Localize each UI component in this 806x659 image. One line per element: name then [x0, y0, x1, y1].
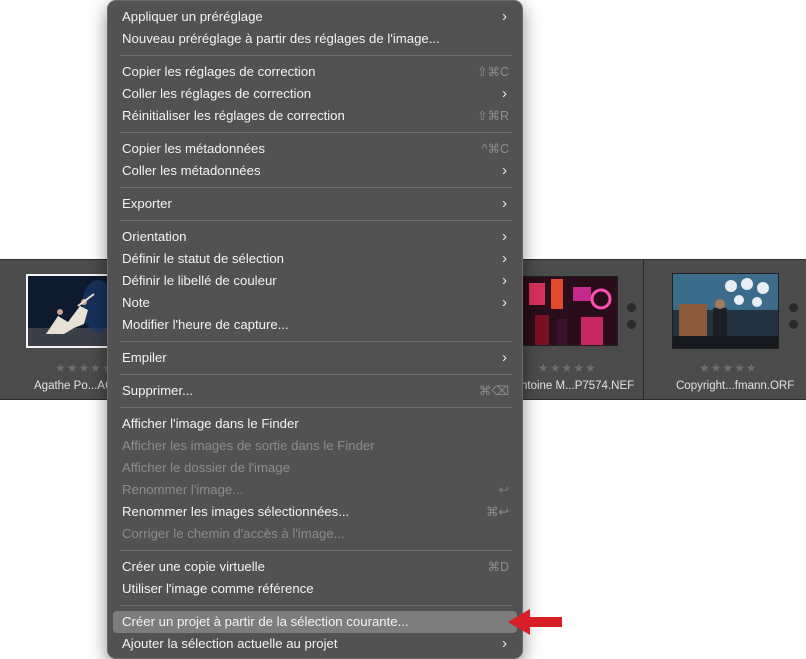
badge-dot	[627, 303, 636, 312]
filmstrip-cell[interactable]: ★★★★★ Copyright...fmann.ORF	[644, 260, 806, 399]
keyboard-shortcut: ⇧⌘C	[476, 65, 509, 79]
menu-item-label: Afficher les images de sortie dans le Fi…	[122, 438, 375, 453]
menu-item-fix-path: Corriger le chemin d'accès à l'image...	[113, 523, 517, 545]
chevron-right-icon: ›	[502, 162, 507, 179]
menu-item-label: Modifier l'heure de capture...	[122, 317, 289, 332]
menu-item-label: Définir le statut de sélection	[122, 251, 284, 266]
menu-item-label: Afficher l'image dans le Finder	[122, 416, 299, 431]
menu-separator	[120, 550, 512, 551]
menu-item-set-color-label[interactable]: Définir le libellé de couleur ›	[113, 270, 517, 292]
menu-item-label: Exporter	[122, 196, 172, 211]
keyboard-shortcut: ⇧⌘R	[476, 109, 509, 123]
red-arrow-icon	[508, 609, 562, 635]
menu-separator	[120, 55, 512, 56]
menu-item-label: Orientation	[122, 229, 187, 244]
chevron-right-icon: ›	[502, 294, 507, 311]
menu-item-label: Réinitialiser les réglages de correction	[122, 108, 345, 123]
keyboard-shortcut: ↩	[498, 483, 509, 497]
badge-dot	[789, 320, 798, 329]
badge-dot	[789, 303, 798, 312]
menu-item-label: Copier les métadonnées	[122, 141, 265, 156]
menu-separator	[120, 605, 512, 606]
menu-item-stack[interactable]: Empiler ›	[113, 347, 517, 369]
menu-item-label: Renommer les images sélectionnées...	[122, 504, 350, 519]
menu-item-paste-adjustments[interactable]: Coller les réglages de correction ›	[113, 83, 517, 105]
menu-item-show-in-finder[interactable]: Afficher l'image dans le Finder	[113, 413, 517, 435]
chevron-right-icon: ›	[502, 272, 507, 289]
chevron-right-icon: ›	[502, 195, 507, 212]
menu-item-edit-capture-time[interactable]: Modifier l'heure de capture...	[113, 314, 517, 336]
menu-separator	[120, 220, 512, 221]
menu-item-rename-image: Renommer l'image... ↩	[113, 479, 517, 501]
photo-filename: Copyright...fmann.ORF	[676, 380, 795, 392]
menu-item-add-to-project[interactable]: Ajouter la sélection actuelle au projet …	[113, 633, 517, 655]
menu-item-note[interactable]: Note ›	[113, 292, 517, 314]
menu-item-label: Créer une copie virtuelle	[122, 559, 265, 574]
menu-item-label: Appliquer un préréglage	[122, 9, 263, 24]
rating-stars[interactable]: ★★★★★	[55, 361, 114, 375]
context-menu: Appliquer un préréglage › Nouveau prérég…	[107, 0, 523, 659]
menu-item-create-project[interactable]: Créer un projet à partir de la sélection…	[113, 611, 517, 633]
keyboard-shortcut: ⌘⌫	[478, 384, 509, 398]
menu-item-label: Utiliser l'image comme référence	[122, 581, 314, 596]
menu-item-reset-adjustments[interactable]: Réinitialiser les réglages de correction…	[113, 105, 517, 127]
menu-item-set-selection-status[interactable]: Définir le statut de sélection ›	[113, 248, 517, 270]
menu-item-label: Corriger le chemin d'accès à l'image...	[122, 526, 345, 541]
menu-item-label: Coller les réglages de correction	[122, 86, 312, 101]
chevron-right-icon: ›	[502, 349, 507, 366]
chevron-right-icon: ›	[502, 85, 507, 102]
menu-separator	[120, 374, 512, 375]
menu-item-delete[interactable]: Supprimer... ⌘⌫	[113, 380, 517, 402]
menu-item-orientation[interactable]: Orientation ›	[113, 226, 517, 248]
rating-stars[interactable]: ★★★★★	[538, 361, 597, 375]
chevron-right-icon: ›	[502, 8, 507, 25]
photo-thumbnail[interactable]	[520, 276, 618, 346]
menu-item-rename-selected[interactable]: Renommer les images sélectionnées... ⌘↩	[113, 501, 517, 523]
menu-item-label: Afficher le dossier de l'image	[122, 460, 290, 475]
menu-item-label: Ajouter la sélection actuelle au projet	[122, 636, 338, 651]
menu-item-label: Renommer l'image...	[122, 482, 244, 497]
menu-item-new-preset[interactable]: Nouveau préréglage à partir des réglages…	[113, 28, 517, 50]
photo-thumbnail[interactable]	[26, 274, 112, 348]
menu-item-show-output-in-finder: Afficher les images de sortie dans le Fi…	[113, 435, 517, 457]
menu-item-label: Note	[122, 295, 150, 310]
menu-item-label: Nouveau préréglage à partir des réglages…	[122, 31, 440, 46]
badge-dot	[627, 320, 636, 329]
menu-item-label: Coller les métadonnées	[122, 163, 261, 178]
chevron-right-icon: ›	[502, 635, 507, 652]
filmstrip-cell[interactable]: ★★★★★ ntoine M...P7574.NEF	[517, 260, 644, 399]
menu-separator	[120, 132, 512, 133]
rating-stars[interactable]: ★★★★★	[699, 361, 758, 375]
menu-item-paste-metadata[interactable]: Coller les métadonnées ›	[113, 160, 517, 182]
menu-separator	[120, 407, 512, 408]
menu-item-export[interactable]: Exporter ›	[113, 193, 517, 215]
menu-item-use-as-reference[interactable]: Utiliser l'image comme référence	[113, 578, 517, 600]
menu-separator	[120, 187, 512, 188]
menu-separator	[120, 341, 512, 342]
menu-item-show-image-folder: Afficher le dossier de l'image	[113, 457, 517, 479]
menu-item-label: Empiler	[122, 350, 167, 365]
menu-item-label: Créer un projet à partir de la sélection…	[122, 614, 409, 629]
menu-item-copy-adjustments[interactable]: Copier les réglages de correction ⇧⌘C	[113, 61, 517, 83]
menu-item-apply-preset[interactable]: Appliquer un préréglage ›	[113, 6, 517, 28]
menu-item-label: Supprimer...	[122, 383, 194, 398]
menu-item-label: Définir le libellé de couleur	[122, 273, 277, 288]
chevron-right-icon: ›	[502, 228, 507, 245]
chevron-right-icon: ›	[502, 250, 507, 267]
keyboard-shortcut: ^⌘C	[481, 142, 509, 156]
keyboard-shortcut: ⌘D	[487, 560, 509, 574]
keyboard-shortcut: ⌘↩	[486, 505, 509, 519]
photo-thumbnail[interactable]	[672, 273, 779, 349]
menu-item-label: Copier les réglages de correction	[122, 64, 316, 79]
photo-filename: Agathe Po...AC	[34, 380, 114, 392]
menu-item-create-virtual-copy[interactable]: Créer une copie virtuelle ⌘D	[113, 556, 517, 578]
photo-filename: ntoine M...P7574.NEF	[521, 380, 635, 392]
menu-item-copy-metadata[interactable]: Copier les métadonnées ^⌘C	[113, 138, 517, 160]
